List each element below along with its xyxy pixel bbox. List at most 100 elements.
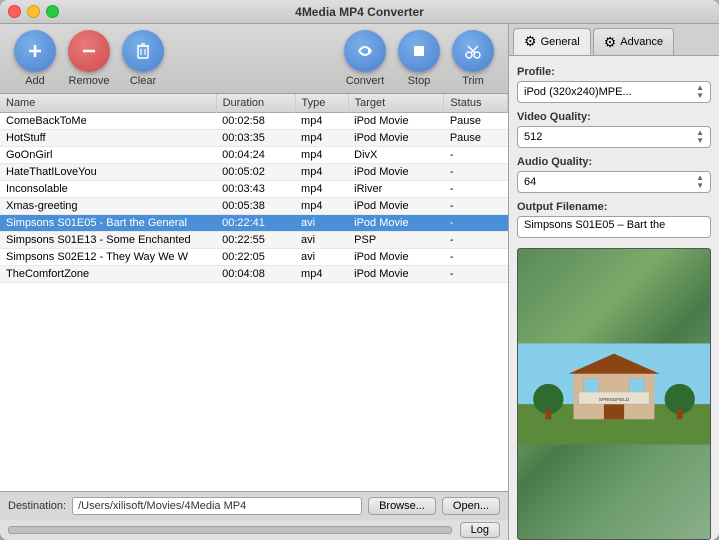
audio-quality-select[interactable]: 64 ▲ ▼ [517,171,711,193]
table-row[interactable]: Xmas-greeting00:05:38mp4iPod Movie- [0,198,508,215]
profile-value: iPod (320x240)MPE... [524,86,692,98]
cell-duration: 00:22:41 [216,215,295,232]
cell-name: HotStuff [0,130,216,147]
convert-button[interactable]: Convert [340,30,390,87]
advance-icon: ⚙ [604,34,617,51]
add-label: Add [25,75,45,87]
convert-label: Convert [346,75,385,87]
cell-type: mp4 [295,164,348,181]
audio-quality-group: Audio Quality: 64 ▲ ▼ [517,156,711,193]
cell-name: Inconsolable [0,181,216,198]
cell-status: - [444,181,508,198]
cell-target: PSP [348,232,444,249]
stop-icon [398,30,440,72]
main-window: 4Media MP4 Converter Add Remove [0,0,719,540]
cell-type: mp4 [295,181,348,198]
gear-icon: ⚙ [524,33,537,50]
col-type: Type [295,94,348,113]
right-tabs: ⚙ General ⚙ Advance [509,24,719,56]
tab-advance-label: Advance [620,36,663,48]
progress-bar [8,526,452,534]
cell-type: avi [295,249,348,266]
table-row[interactable]: ComeBackToMe00:02:58mp4iPod MoviePause [0,113,508,130]
remove-button[interactable]: Remove [64,30,114,87]
table-row[interactable]: HotStuff00:03:35mp4iPod MoviePause [0,130,508,147]
open-button[interactable]: Open... [442,497,500,515]
cell-status: - [444,198,508,215]
cell-name: TheComfortZone [0,266,216,283]
cell-duration: 00:03:35 [216,130,295,147]
table-row[interactable]: Simpsons S02E12 - They Way We W00:22:05a… [0,249,508,266]
file-table[interactable]: Name Duration Type Target Status ComeBac… [0,94,508,491]
traffic-lights [8,5,59,18]
main-area: Add Remove [0,24,719,540]
trim-icon [452,30,494,72]
output-filename-value[interactable]: Simpsons S01E05 – Bart the [517,216,711,238]
add-icon [14,30,56,72]
cell-name: ComeBackToMe [0,113,216,130]
table-row[interactable]: GoOnGirl00:04:24mp4DivX- [0,147,508,164]
cell-target: DivX [348,147,444,164]
cell-target: iPod Movie [348,266,444,283]
table-header-row: Name Duration Type Target Status [0,94,508,113]
table-row[interactable]: Simpsons S01E05 - Bart the General00:22:… [0,215,508,232]
cell-target: iPod Movie [348,215,444,232]
cell-status: - [444,215,508,232]
cell-type: mp4 [295,147,348,164]
trim-button[interactable]: Trim [448,30,498,87]
cell-name: GoOnGirl [0,147,216,164]
cell-status: - [444,249,508,266]
tab-general[interactable]: ⚙ General [513,28,591,55]
cell-name: Xmas-greeting [0,198,216,215]
video-quality-group: Video Quality: 512 ▲ ▼ [517,111,711,148]
table-row[interactable]: Simpsons S01E13 - Some Enchanted00:22:55… [0,232,508,249]
tab-general-label: General [541,36,580,48]
browse-button[interactable]: Browse... [368,497,436,515]
maximize-button[interactable] [46,5,59,18]
cell-name: Simpsons S01E13 - Some Enchanted [0,232,216,249]
preview-scene: SPRINGFIELD [518,249,710,539]
col-target: Target [348,94,444,113]
cell-target: iPod Movie [348,130,444,147]
title-bar: 4Media MP4 Converter [0,0,719,24]
cell-name: Simpsons S02E12 - They Way We W [0,249,216,266]
stop-button[interactable]: Stop [394,30,444,87]
close-button[interactable] [8,5,21,18]
log-button[interactable]: Log [460,522,500,538]
cell-duration: 00:02:58 [216,113,295,130]
destination-path[interactable]: /Users/xilisoft/Movies/4Media MP4 [72,497,362,515]
cell-target: iRiver [348,181,444,198]
cell-type: avi [295,232,348,249]
output-filename-label: Output Filename: [517,201,711,213]
tab-advance[interactable]: ⚙ Advance [593,28,674,55]
profile-arrows: ▲ ▼ [696,84,704,100]
cell-duration: 00:22:05 [216,249,295,266]
minimize-button[interactable] [27,5,40,18]
col-name: Name [0,94,216,113]
table-row[interactable]: HateThatILoveYou00:05:02mp4iPod Movie- [0,164,508,181]
profile-label: Profile: [517,66,711,78]
clear-icon [122,30,164,72]
destination-label: Destination: [8,500,66,512]
stop-label: Stop [408,75,431,87]
cell-type: mp4 [295,130,348,147]
cell-status: - [444,164,508,181]
clear-button[interactable]: Clear [118,30,168,87]
cell-name: HateThatILoveYou [0,164,216,181]
table-row[interactable]: Inconsolable00:03:43mp4iRiver- [0,181,508,198]
table-row[interactable]: TheComfortZone00:04:08mp4iPod Movie- [0,266,508,283]
cell-duration: 00:04:08 [216,266,295,283]
add-button[interactable]: Add [10,30,60,87]
cell-target: iPod Movie [348,164,444,181]
preview-image: SPRINGFIELD [518,249,710,539]
video-quality-select[interactable]: 512 ▲ ▼ [517,126,711,148]
clear-label: Clear [130,75,156,87]
cell-duration: 00:05:38 [216,198,295,215]
profile-select[interactable]: iPod (320x240)MPE... ▲ ▼ [517,81,711,103]
toolbar: Add Remove [0,24,508,94]
cell-status: Pause [444,130,508,147]
cell-type: mp4 [295,198,348,215]
convert-icon [344,30,386,72]
video-quality-arrows: ▲ ▼ [696,129,704,145]
remove-icon [68,30,110,72]
